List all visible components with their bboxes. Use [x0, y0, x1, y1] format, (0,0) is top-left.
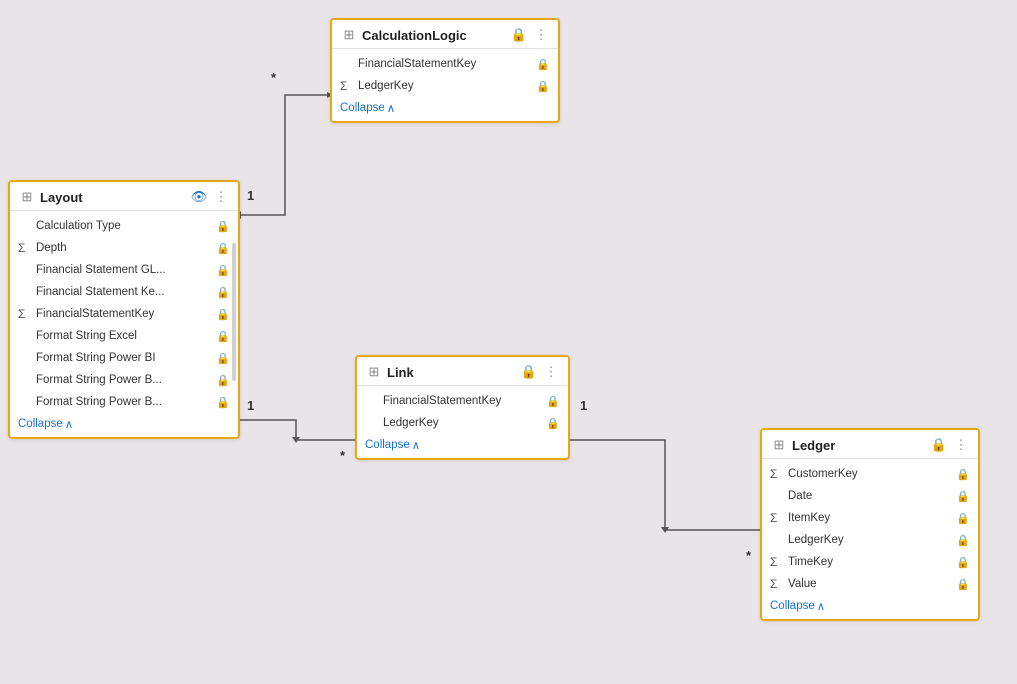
card-footer-ledger: Collapse ∧ — [762, 595, 978, 619]
hide-field-icon[interactable]: 🔒 — [546, 417, 560, 430]
hide-field-icon[interactable]: 🔒 — [956, 578, 970, 591]
table-row: Date 🔒 — [762, 485, 978, 507]
table-row: FinancialStatementKey 🔒 — [357, 390, 568, 412]
table-icon-calculationlogic: ⊞ — [340, 26, 358, 44]
card-body-layout: Calculation Type 🔒 Σ Depth 🔒 Financial S… — [10, 211, 238, 413]
table-row: Σ CustomerKey 🔒 — [762, 463, 978, 485]
hide-field-icon[interactable]: 🔒 — [536, 80, 550, 93]
card-footer-link: Collapse ∧ — [357, 434, 568, 458]
card-body-link: FinancialStatementKey 🔒 LedgerKey 🔒 — [357, 386, 568, 434]
hide-field-icon[interactable]: 🔒 — [956, 512, 970, 525]
card-title-link: Link — [387, 365, 516, 380]
card-layout: ⊞ Layout 👁 ⋮ Calculation Type 🔒 Σ Depth … — [8, 180, 240, 439]
collapse-link-link[interactable]: Collapse ∧ — [365, 438, 560, 452]
menu-icon-layout[interactable]: ⋮ — [212, 188, 230, 206]
card-link: ⊞ Link 🔒 ⋮ FinancialStatementKey 🔒 Ledge… — [355, 355, 570, 460]
multiplicity-link-many: * — [340, 448, 345, 463]
hide-field-icon[interactable]: 🔒 — [956, 468, 970, 481]
card-header-calculationlogic: ⊞ CalculationLogic 🔒 ⋮ — [332, 20, 558, 49]
card-body-ledger: Σ CustomerKey 🔒 Date 🔒 Σ ItemKey 🔒 Ledge… — [762, 459, 978, 595]
card-footer-calculationlogic: Collapse ∧ — [332, 97, 558, 121]
card-title-ledger: Ledger — [792, 438, 926, 453]
collapse-link-ledger[interactable]: Collapse ∧ — [770, 599, 970, 613]
hide-field-icon[interactable]: 🔒 — [956, 490, 970, 503]
hide-field-icon[interactable]: 🔒 — [216, 308, 230, 321]
table-row: Financial Statement Ke... 🔒 — [10, 281, 238, 303]
hide-field-icon[interactable]: 🔒 — [216, 352, 230, 365]
card-body-calculationlogic: FinancialStatementKey 🔒 Σ LedgerKey 🔒 — [332, 49, 558, 97]
table-row: LedgerKey 🔒 — [762, 529, 978, 551]
chevron-up-icon: ∧ — [387, 101, 395, 115]
hide-icon-calculationlogic[interactable]: 🔒 — [510, 26, 528, 44]
card-header-link: ⊞ Link 🔒 ⋮ — [357, 357, 568, 386]
multiplicity-ledger-many: * — [746, 548, 751, 563]
hide-field-icon[interactable]: 🔒 — [216, 220, 230, 233]
diagram-canvas: * 1 1 * 1 * ⊞ CalculationLogic 🔒 ⋮ Finan… — [0, 0, 1017, 684]
collapse-label: Collapse — [770, 600, 815, 612]
card-header-layout: ⊞ Layout 👁 ⋮ — [10, 182, 238, 211]
hide-field-icon[interactable]: 🔒 — [216, 242, 230, 255]
table-row: Format String Power B... 🔒 — [10, 369, 238, 391]
multiplicity-layout-link-one: 1 — [247, 398, 254, 413]
hide-field-icon[interactable]: 🔒 — [216, 374, 230, 387]
sigma-icon: Σ — [340, 79, 354, 93]
hide-field-icon[interactable]: 🔒 — [216, 396, 230, 409]
menu-icon-calculationlogic[interactable]: ⋮ — [532, 26, 550, 44]
chevron-up-icon: ∧ — [412, 438, 420, 452]
table-row: Σ Depth 🔒 — [10, 237, 238, 259]
collapse-label: Collapse — [340, 102, 385, 114]
card-calculationlogic: ⊞ CalculationLogic 🔒 ⋮ FinancialStatemen… — [330, 18, 560, 123]
collapse-link-layout[interactable]: Collapse ∧ — [18, 417, 230, 431]
card-header-ledger: ⊞ Ledger 🔒 ⋮ — [762, 430, 978, 459]
collapse-label: Collapse — [18, 418, 63, 430]
card-title-calculationlogic: CalculationLogic — [362, 28, 506, 43]
table-icon-ledger: ⊞ — [770, 436, 788, 454]
hide-icon-ledger[interactable]: 🔒 — [930, 436, 948, 454]
table-row: FinancialStatementKey 🔒 — [332, 53, 558, 75]
collapse-label: Collapse — [365, 439, 410, 451]
table-row: Σ TimeKey 🔒 — [762, 551, 978, 573]
multiplicity-calc-many: * — [271, 70, 276, 85]
chevron-up-icon: ∧ — [817, 599, 825, 613]
hide-field-icon[interactable]: 🔒 — [216, 264, 230, 277]
hide-field-icon[interactable]: 🔒 — [956, 534, 970, 547]
table-row: Calculation Type 🔒 — [10, 215, 238, 237]
table-row: Σ FinancialStatementKey 🔒 — [10, 303, 238, 325]
card-footer-layout: Collapse ∧ — [10, 413, 238, 437]
hide-icon-link[interactable]: 🔒 — [520, 363, 538, 381]
chevron-up-icon: ∧ — [65, 417, 73, 431]
scroll-bar-layout[interactable] — [232, 243, 236, 381]
table-row: Σ ItemKey 🔒 — [762, 507, 978, 529]
hide-field-icon[interactable]: 🔒 — [216, 330, 230, 343]
table-row: Financial Statement GL... 🔒 — [10, 259, 238, 281]
hide-field-icon[interactable]: 🔒 — [536, 58, 550, 71]
collapse-link-calculationlogic[interactable]: Collapse ∧ — [340, 101, 550, 115]
table-row: Σ LedgerKey 🔒 — [332, 75, 558, 97]
table-row: Format String Power B... 🔒 — [10, 391, 238, 413]
menu-icon-link[interactable]: ⋮ — [542, 363, 560, 381]
card-ledger: ⊞ Ledger 🔒 ⋮ Σ CustomerKey 🔒 Date 🔒 Σ It… — [760, 428, 980, 621]
eye-icon-layout[interactable]: 👁 — [190, 188, 208, 206]
table-row: Format String Power BI 🔒 — [10, 347, 238, 369]
table-icon-layout: ⊞ — [18, 188, 36, 206]
menu-icon-ledger[interactable]: ⋮ — [952, 436, 970, 454]
hide-field-icon[interactable]: 🔒 — [216, 286, 230, 299]
card-title-layout: Layout — [40, 190, 186, 205]
table-row: Format String Excel 🔒 — [10, 325, 238, 347]
multiplicity-layout-one: 1 — [247, 188, 254, 203]
table-row: Σ Value 🔒 — [762, 573, 978, 595]
table-row: LedgerKey 🔒 — [357, 412, 568, 434]
table-icon-link: ⊞ — [365, 363, 383, 381]
hide-field-icon[interactable]: 🔒 — [956, 556, 970, 569]
multiplicity-link-ledger-one: 1 — [580, 398, 587, 413]
hide-field-icon[interactable]: 🔒 — [546, 395, 560, 408]
